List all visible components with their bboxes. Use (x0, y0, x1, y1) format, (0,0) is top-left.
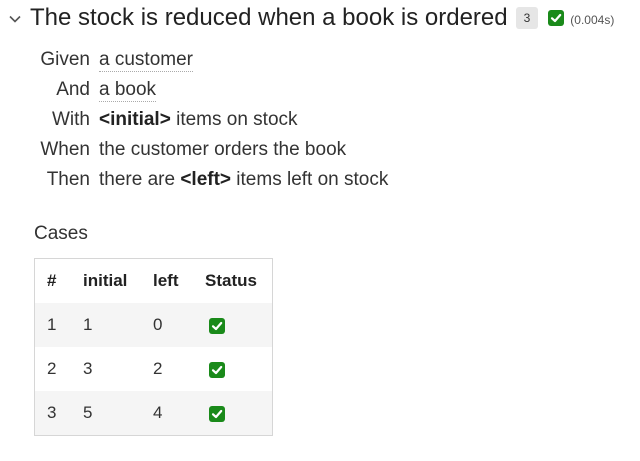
scenario-title: The stock is reduced when a book is orde… (30, 4, 508, 31)
step-text: the customer orders the book (99, 135, 346, 165)
column-header-number: # (47, 271, 57, 290)
scenario-duration: (0.004s) (570, 13, 615, 27)
step-row: Then there are <left> items left on stock (30, 165, 389, 195)
case-status-cell (205, 303, 273, 347)
case-left-cell: 4 (153, 391, 205, 436)
step-keyword: And (56, 79, 90, 100)
case-left-cell: 2 (153, 359, 163, 378)
case-initial-cell: 3 (83, 359, 93, 378)
table-header-row: # initial left Status (35, 259, 273, 304)
step-parameter: <initial> (99, 109, 171, 130)
step-text-fragment: items on stock (170, 109, 298, 130)
scenario-report: The stock is reduced when a book is orde… (0, 0, 640, 461)
step-keyword: With (52, 109, 90, 130)
case-number-cell: 1 (34, 303, 83, 347)
cases-table: # initial left Status 110232354 (34, 258, 273, 436)
check-square-icon (209, 405, 225, 422)
case-status-cell (205, 347, 273, 391)
step-keyword: When (40, 139, 90, 160)
step-keyword: Given (40, 49, 90, 70)
step-row: With <initial> items on stock (30, 105, 388, 135)
step-parameter: <left> (180, 169, 232, 190)
chevron-down-icon[interactable] (8, 12, 22, 26)
case-initial-cell: 5 (83, 391, 153, 436)
step-text: a customer (99, 45, 193, 75)
step-link[interactable]: a customer (99, 49, 193, 72)
step-link[interactable]: a book (99, 79, 157, 102)
case-number-cell: 3 (34, 391, 83, 436)
step-row: Given a customer (30, 45, 388, 75)
scenario-header[interactable]: The stock is reduced when a book is orde… (8, 4, 614, 32)
column-header-status: Status (205, 271, 257, 290)
step-text: there are <left> items left on stock (99, 165, 388, 195)
check-square-icon (209, 317, 225, 334)
case-status-cell (205, 391, 273, 436)
step-row: And a book (30, 75, 388, 105)
table-row[interactable]: 354 (34, 391, 273, 436)
column-header-initial: initial (83, 271, 128, 290)
cases-title: Cases (34, 223, 88, 244)
step-text-fragment: there are (99, 169, 181, 190)
check-square-icon (209, 361, 225, 378)
case-number-cell: 2 (47, 359, 57, 378)
check-square-icon (548, 10, 565, 26)
case-initial-cell: 1 (83, 303, 153, 347)
table-row[interactable]: 2 3 2 (35, 347, 273, 391)
step-text-fragment: items left on stock (231, 169, 389, 190)
case-left-cell: 0 (153, 303, 205, 347)
step-keyword: Then (46, 169, 90, 190)
step-text: <initial> items on stock (99, 105, 298, 135)
step-list: Given a customer And a book With <initial> it… (30, 45, 388, 195)
table-row[interactable]: 110 (34, 303, 273, 347)
step-text: a book (99, 75, 157, 105)
case-count-badge: 3 (515, 7, 539, 29)
step-row: When the customer orders the book (30, 135, 388, 165)
step-text-fragment: the customer orders the book (99, 139, 347, 160)
column-header-left: left (153, 271, 179, 290)
